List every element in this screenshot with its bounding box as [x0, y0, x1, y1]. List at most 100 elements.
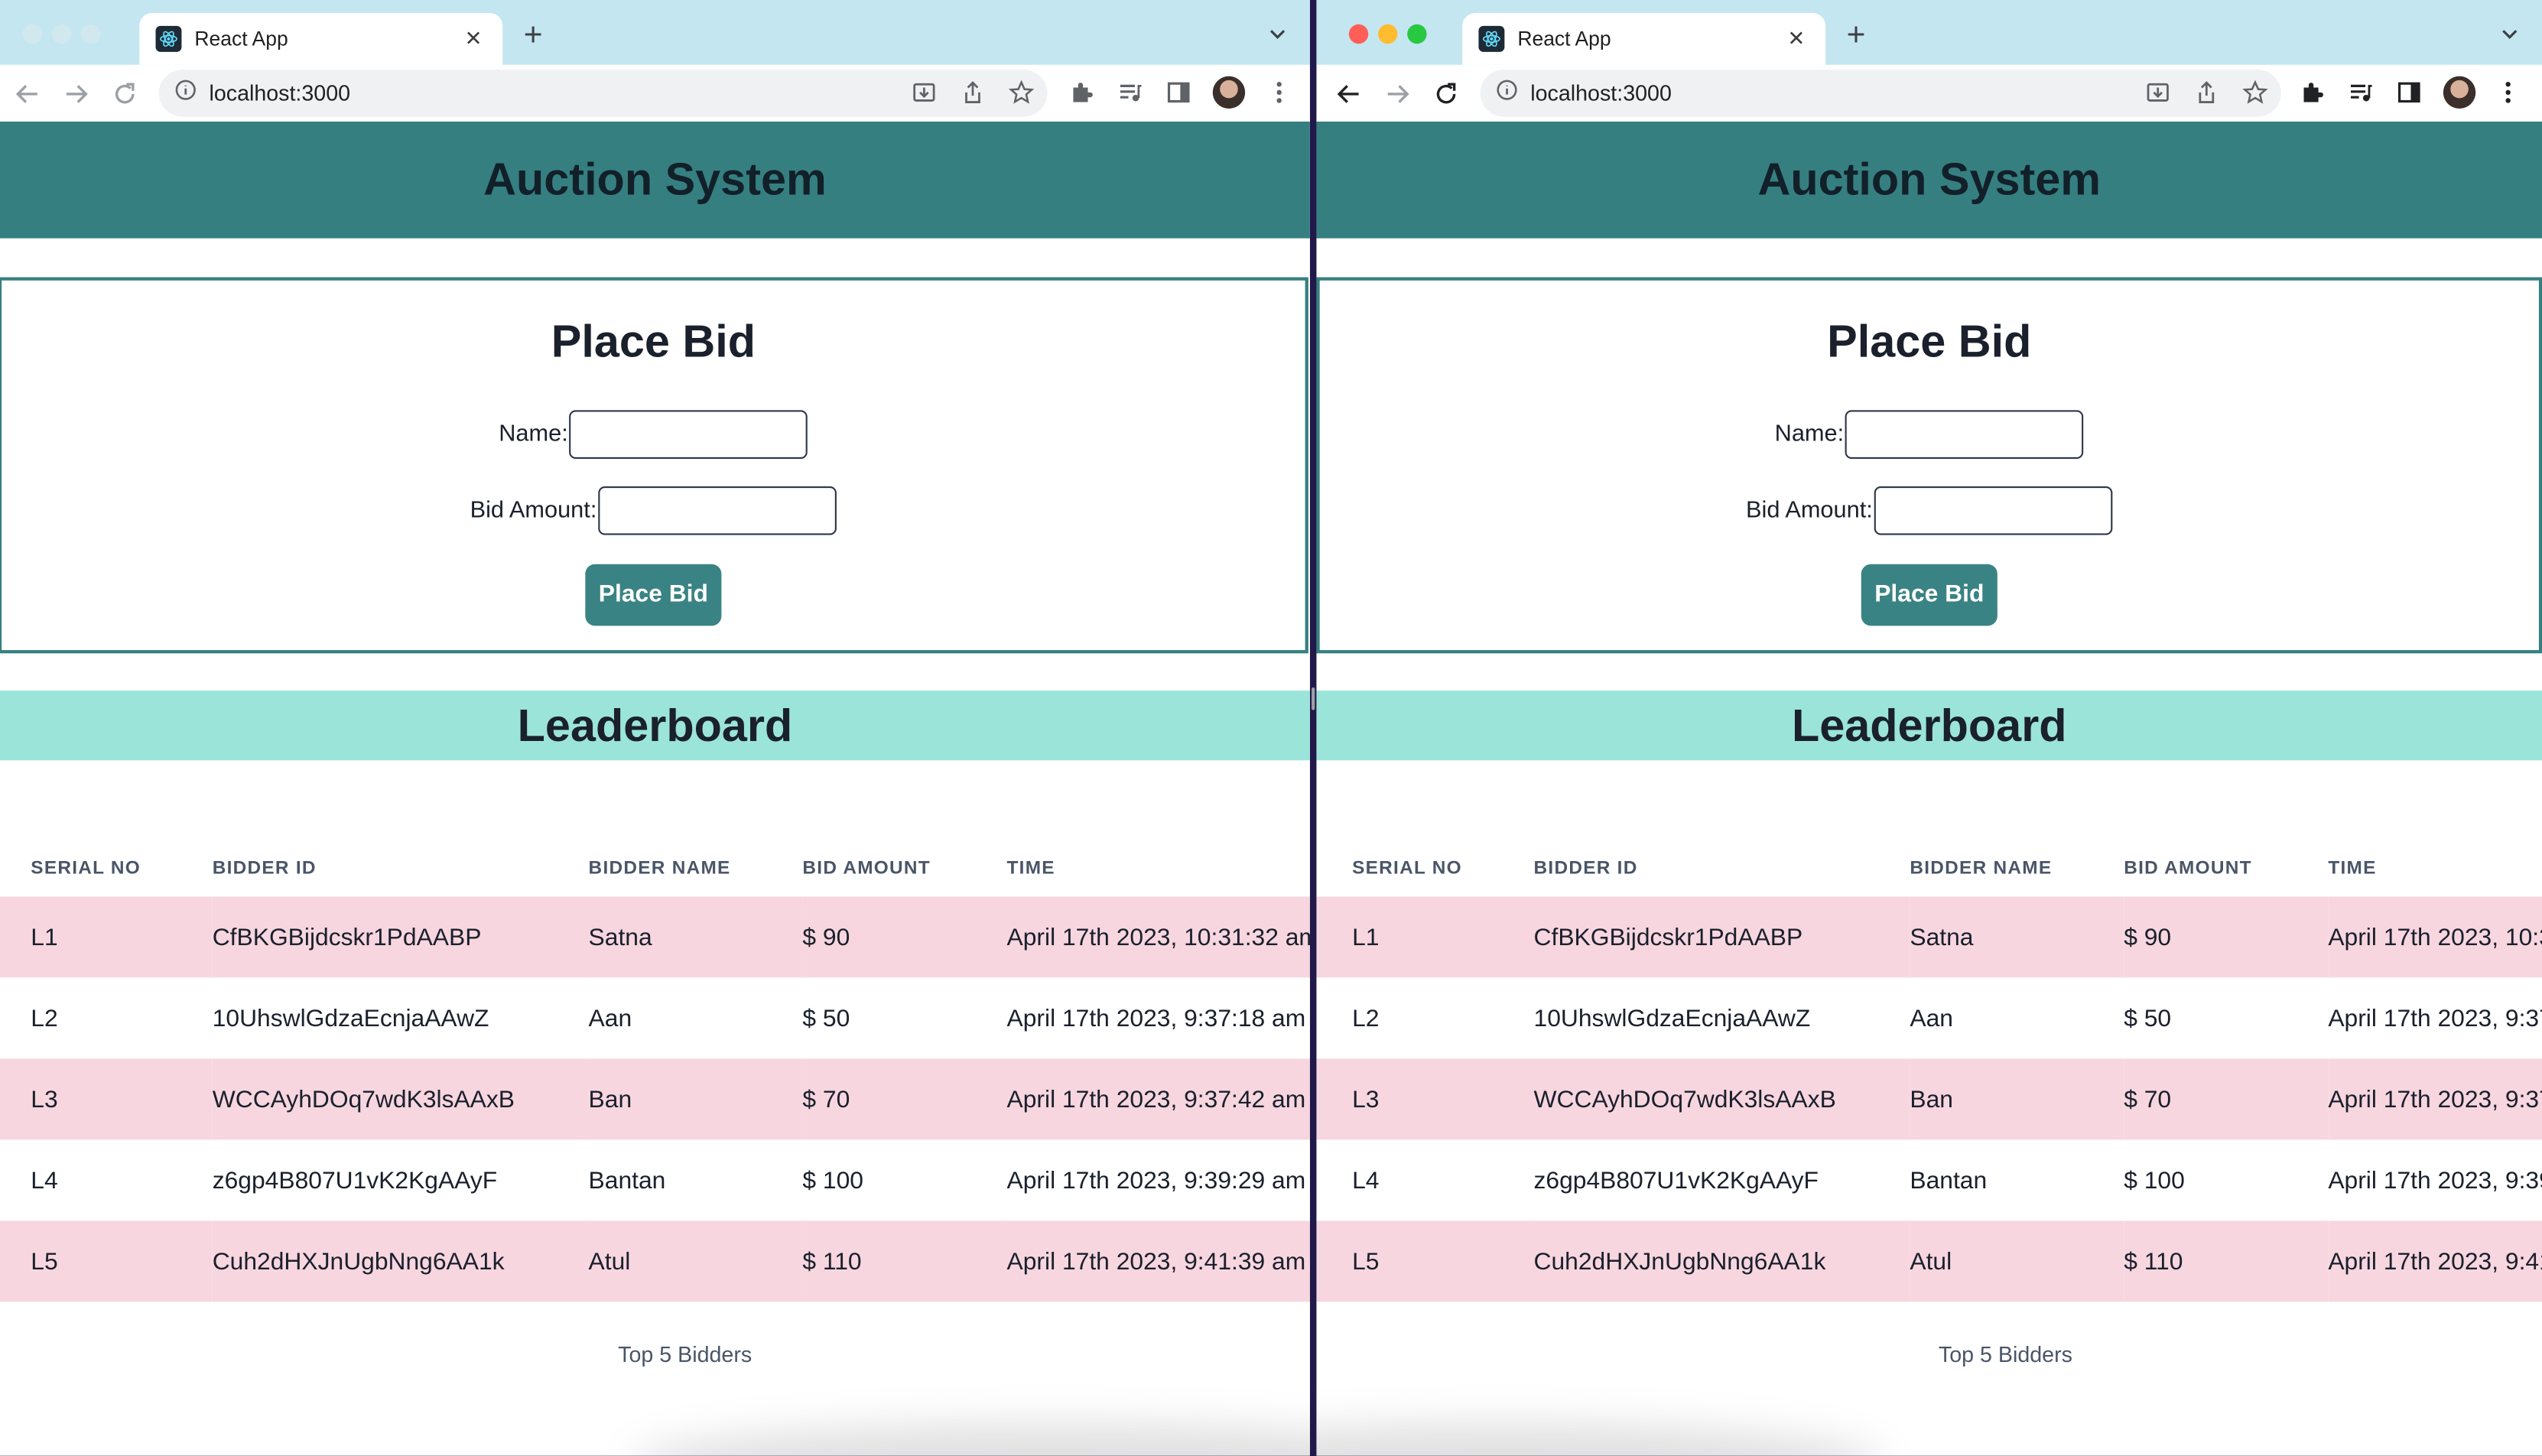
minimize-window-button[interactable] — [51, 24, 72, 44]
time-cell: April 17th 2023, 10:31:32 am — [1006, 896, 1310, 978]
back-arrow-icon[interactable] — [11, 78, 44, 110]
new-tab-button[interactable]: + — [1847, 19, 1866, 51]
bid-amount-cell: $ 100 — [2124, 1139, 2329, 1221]
bid-amount-input[interactable] — [1874, 486, 2113, 535]
table-row: L4 z6gp4B807U1vK2KgAAyF Bantan $ 100 Apr… — [0, 1139, 1310, 1221]
extensions-puzzle-icon[interactable] — [2297, 78, 2326, 107]
maximize-window-button[interactable] — [1407, 24, 1427, 44]
chevron-down-icon[interactable] — [2500, 23, 2519, 52]
info-icon[interactable] — [1497, 79, 1518, 108]
bookmark-star-icon[interactable] — [2242, 80, 2268, 114]
chevron-down-icon[interactable] — [1268, 23, 1287, 52]
time-cell: April 17th 2023, 9:41:39 am — [1006, 1220, 1310, 1302]
forward-arrow-icon[interactable] — [60, 78, 92, 110]
back-arrow-icon[interactable] — [1333, 78, 1365, 110]
tab-strip: React App ✕ + — [1316, 0, 2542, 65]
bid-form-heading: Place Bid — [551, 316, 756, 367]
name-input[interactable] — [569, 410, 808, 459]
leaderboard-header: Leaderboard — [1316, 691, 2542, 761]
serial-cell: L2 — [0, 977, 213, 1059]
column-header-serial-no: SERIAL NO — [1352, 859, 1462, 879]
media-playlist-icon[interactable] — [2346, 78, 2375, 107]
maximize-window-button[interactable] — [80, 24, 101, 44]
name-label: Name: — [1774, 421, 1845, 448]
tab-title: React App — [1517, 28, 1611, 50]
bidder-name-cell: Atul — [588, 1220, 803, 1302]
media-playlist-icon[interactable] — [1116, 78, 1145, 107]
table-row: L3 WCCAyhDOq7wdK3lsAAxB Ban $ 70 April 1… — [0, 1058, 1310, 1140]
table-caption: Top 5 Bidders — [1938, 1342, 2072, 1367]
reload-icon[interactable] — [109, 78, 141, 110]
bookmark-star-icon[interactable] — [1008, 80, 1035, 114]
table-row: L1 CfBKGBijdcskr1PdAABP Satna $ 90 April… — [1316, 896, 2542, 978]
table-row: L5 Cuh2dHXJnUgbNng6AA1k Atul $ 110 April… — [1316, 1220, 2542, 1302]
bid-amount-cell: $ 50 — [2124, 977, 2329, 1059]
close-window-button[interactable] — [22, 24, 43, 44]
extensions-puzzle-icon[interactable] — [1067, 78, 1096, 107]
close-tab-icon[interactable]: ✕ — [460, 26, 486, 52]
table-caption: Top 5 Bidders — [618, 1342, 753, 1367]
column-header-bidder-id: BIDDER ID — [1533, 859, 1638, 879]
address-bar[interactable]: localhost:3000 — [1480, 70, 2281, 117]
shadow — [1316, 1423, 1884, 1456]
name-row: Name: — [1320, 410, 2539, 459]
place-bid-button[interactable]: Place Bid — [1861, 564, 1998, 626]
install-icon[interactable] — [2145, 80, 2171, 114]
share-icon[interactable] — [960, 80, 986, 114]
new-tab-button[interactable]: + — [524, 19, 543, 51]
page-viewport: Auction System Place Bid Name: Bid Amoun… — [1316, 121, 2542, 1456]
column-header-bid-amount: BID AMOUNT — [802, 859, 931, 879]
column-header-time: TIME — [1006, 859, 1055, 879]
address-bar[interactable]: localhost:3000 — [158, 70, 1048, 117]
bid-amount-label: Bid Amount: — [470, 497, 597, 524]
time-cell: April 17th 2023, 9:39:29 am — [1006, 1139, 1310, 1221]
address-bar-actions — [911, 80, 1035, 114]
tab-title: React App — [194, 28, 288, 50]
side-panel-icon[interactable] — [1164, 78, 1193, 107]
time-cell: April 17th 2023, 9:37:42 am — [1006, 1058, 1310, 1140]
browser-tab[interactable]: React App ✕ — [139, 12, 503, 65]
table-row: L2 10UhswlGdzaEcnjaAAwZ Aan $ 50 April 1… — [0, 977, 1310, 1059]
resize-handle[interactable] — [1312, 687, 1315, 710]
bidder-name-cell: Atul — [1910, 1220, 2124, 1302]
close-window-button[interactable] — [1348, 24, 1369, 44]
bid-amount-cell: $ 110 — [2124, 1220, 2329, 1302]
time-cell: April 17th 2023, 9:41:39 am — [2328, 1220, 2542, 1302]
bidder-name-cell: Aan — [588, 977, 803, 1059]
install-icon[interactable] — [911, 80, 937, 114]
close-tab-icon[interactable]: ✕ — [1783, 26, 1809, 52]
profile-avatar[interactable] — [2443, 76, 2476, 109]
reload-icon[interactable] — [1430, 78, 1462, 110]
bid-amount-cell: $ 70 — [2124, 1058, 2329, 1140]
bid-amount-label: Bid Amount: — [1746, 497, 1873, 524]
side-panel-icon[interactable] — [2394, 78, 2423, 107]
bidder-id-cell: Cuh2dHXJnUgbNng6AA1k — [212, 1220, 589, 1302]
table-header-row: SERIAL NO BIDDER ID BIDDER NAME BID AMOU… — [0, 841, 1310, 896]
serial-cell: L3 — [0, 1058, 213, 1140]
kebab-menu-icon[interactable] — [2494, 78, 2523, 107]
bid-amount-row: Bid Amount: — [2, 486, 1305, 535]
time-cell: April 17th 2023, 9:37:18 am — [2328, 977, 2542, 1059]
info-icon[interactable] — [175, 79, 197, 108]
bid-amount-cell: $ 90 — [2124, 896, 2329, 978]
browser-tab[interactable]: React App ✕ — [1462, 12, 1826, 65]
serial-cell: L1 — [1316, 896, 1534, 978]
table-row: L2 10UhswlGdzaEcnjaAAwZ Aan $ 50 April 1… — [1316, 977, 2542, 1059]
name-input[interactable] — [1845, 410, 2084, 459]
bidder-name-cell: Ban — [1910, 1058, 2124, 1140]
profile-avatar[interactable] — [1212, 76, 1246, 109]
minimize-window-button[interactable] — [1377, 24, 1398, 44]
bidder-name-cell: Satna — [1910, 896, 2124, 978]
place-bid-button[interactable]: Place Bid — [585, 564, 721, 626]
bidder-id-cell: WCCAyhDOq7wdK3lsAAxB — [1533, 1058, 1910, 1140]
column-header-bidder-name: BIDDER NAME — [588, 859, 731, 879]
address-bar-actions — [2145, 80, 2268, 114]
time-cell: April 17th 2023, 9:37:42 am — [2328, 1058, 2542, 1140]
kebab-menu-icon[interactable] — [1265, 78, 1294, 107]
serial-cell: L1 — [0, 896, 213, 978]
forward-arrow-icon[interactable] — [1381, 78, 1413, 110]
share-icon[interactable] — [2193, 80, 2219, 114]
bid-amount-cell: $ 90 — [802, 896, 1007, 978]
bid-amount-input[interactable] — [598, 486, 837, 535]
shadow — [632, 1423, 1310, 1456]
